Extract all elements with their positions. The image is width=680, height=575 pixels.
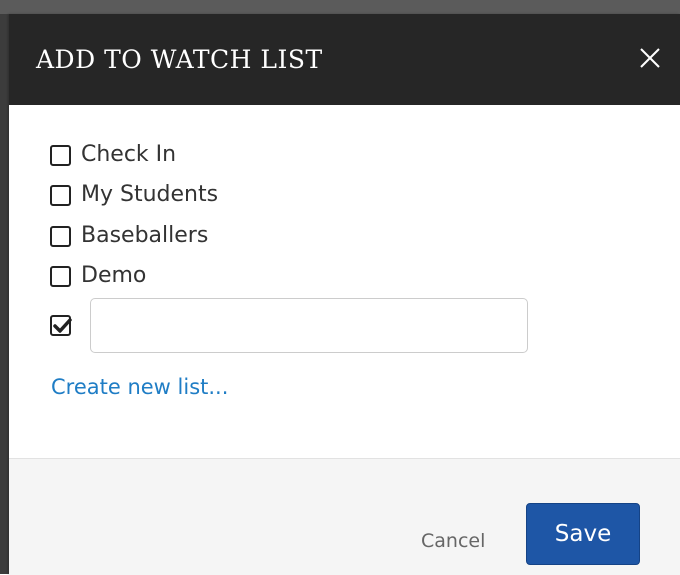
dialog-header: ADD TO WATCH LIST xyxy=(9,14,680,105)
new-list-name-input[interactable] xyxy=(90,298,528,353)
close-icon xyxy=(640,48,660,68)
dialog-footer: Cancel Save xyxy=(9,458,680,575)
watch-list-option-my-students[interactable]: My Students xyxy=(50,179,218,211)
checkbox[interactable] xyxy=(50,225,71,247)
option-label: Demo xyxy=(81,263,147,288)
dialog-title: ADD TO WATCH LIST xyxy=(36,45,323,74)
checkbox[interactable] xyxy=(50,265,71,287)
new-list-option[interactable] xyxy=(50,309,72,341)
checkmark-icon xyxy=(53,317,72,333)
save-button[interactable]: Save xyxy=(526,503,640,565)
option-label: My Students xyxy=(81,182,219,207)
close-button[interactable] xyxy=(635,44,665,74)
dialog-body: Check In My Students Baseballers Demo Cr… xyxy=(9,105,680,458)
watch-list-option-baseballers[interactable]: Baseballers xyxy=(50,220,208,252)
option-label: Check In xyxy=(81,142,177,167)
watch-list-option-demo[interactable]: Demo xyxy=(50,260,146,292)
backdrop-top-strip xyxy=(0,0,680,14)
create-new-list-link[interactable]: Create new list... xyxy=(51,375,228,399)
checkbox[interactable] xyxy=(50,144,71,166)
new-list-checkbox[interactable] xyxy=(50,314,72,336)
backdrop-left-edge xyxy=(0,14,9,574)
add-to-watch-list-dialog: ADD TO WATCH LIST Check In My Students B… xyxy=(9,14,680,575)
cancel-button[interactable]: Cancel xyxy=(421,530,485,552)
checkbox[interactable] xyxy=(50,184,71,206)
watch-list-option-check-in[interactable]: Check In xyxy=(50,139,176,171)
option-label: Baseballers xyxy=(81,223,209,248)
